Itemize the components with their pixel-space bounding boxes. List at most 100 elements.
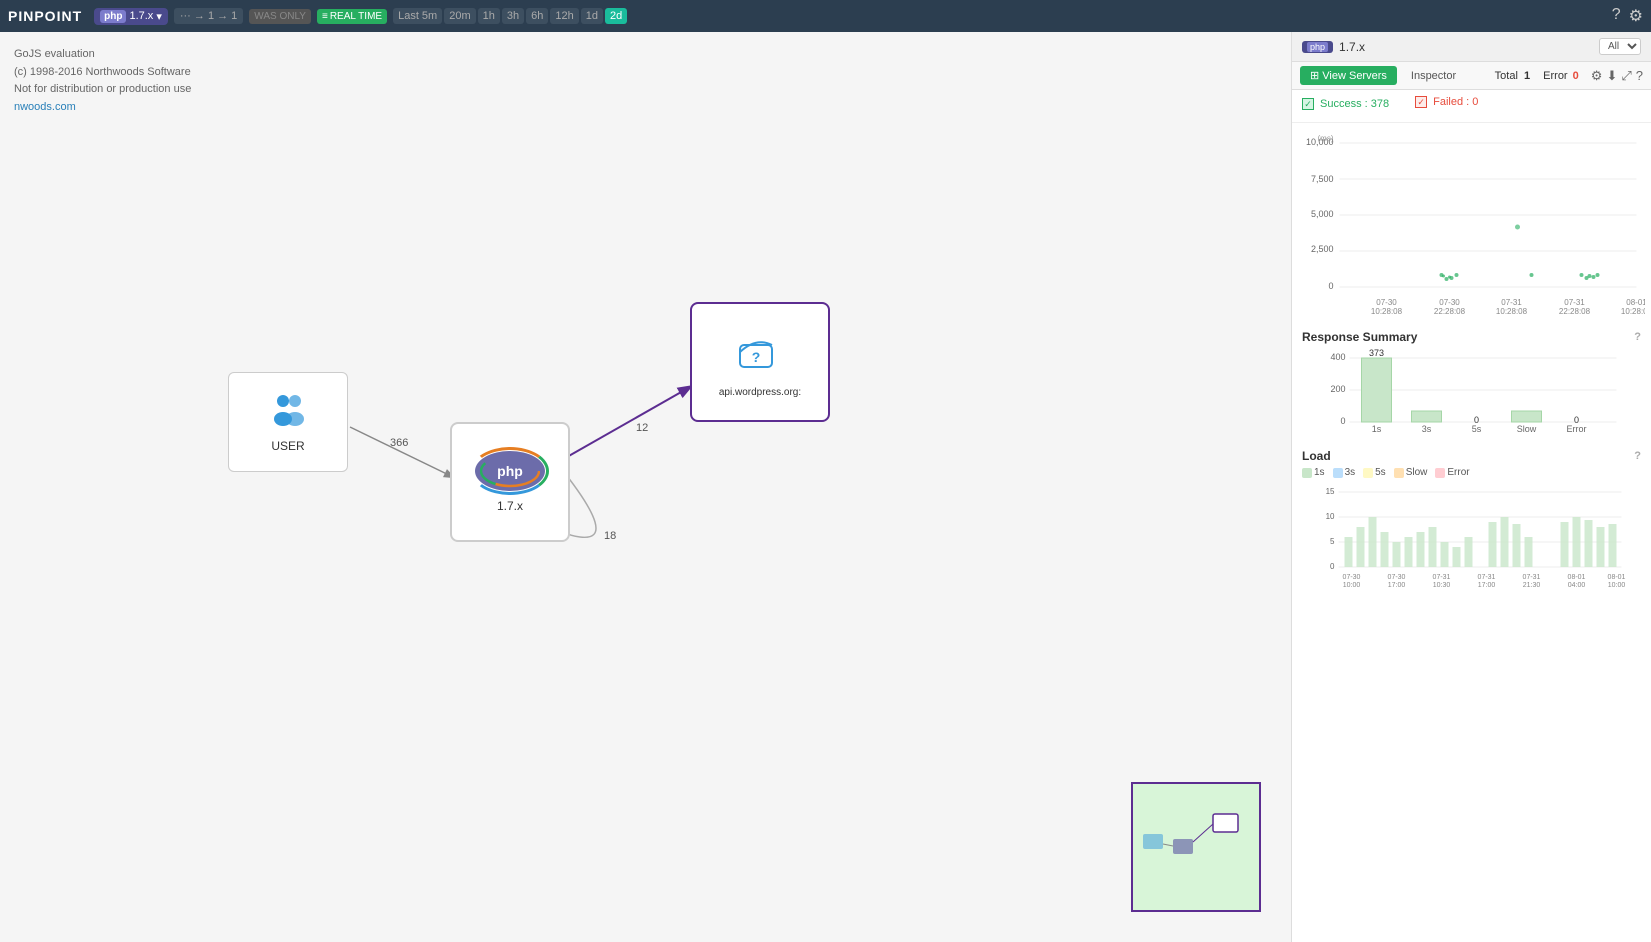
tab-inspector[interactable]: Inspector (1401, 67, 1466, 85)
svg-text:07-30: 07-30 (1388, 574, 1406, 581)
panel-collapse-btn[interactable]: ◀ (1291, 472, 1292, 502)
legend-3s: 3s (1333, 467, 1356, 478)
node-php[interactable]: php 1.7.x (450, 422, 570, 542)
svg-text:17:00: 17:00 (1478, 582, 1496, 589)
minimap[interactable] (1131, 782, 1261, 912)
svg-text:10:28:08: 10:28:08 (1371, 307, 1403, 316)
failed-label: Failed : 0 (1433, 96, 1478, 108)
node-wordpress[interactable]: ? api.wordpress.org: (690, 302, 830, 422)
svg-text:22:28:08: 22:28:08 (1434, 307, 1466, 316)
panel-filter-select[interactable]: All (1599, 38, 1641, 55)
svg-text:07-30: 07-30 (1439, 298, 1460, 307)
panel-php-label: php (1307, 42, 1328, 52)
svg-text:07-30: 07-30 (1376, 298, 1397, 307)
legend-slow-label: Slow (1406, 467, 1428, 478)
svg-text:10:00: 10:00 (1343, 582, 1361, 589)
legend-error-label: Error (1447, 467, 1469, 478)
svg-text:5s: 5s (1472, 424, 1482, 434)
load-section: Load ? 1s 3s 5s (1292, 443, 1651, 607)
legend-error: Error (1435, 467, 1469, 478)
download-icon[interactable]: ⬇ (1606, 68, 1617, 84)
time-btn-last5m[interactable]: Last 5m (393, 8, 442, 24)
topbar: PINPOINT php 1.7.x ▾ ··· → 1 → 1 WAS ONL… (0, 0, 1651, 32)
svg-text:7,500: 7,500 (1311, 174, 1334, 184)
load-chart: 15 10 5 0 (1302, 482, 1641, 602)
svg-text:04:00: 04:00 (1568, 582, 1586, 589)
svg-text:07-31: 07-31 (1564, 298, 1585, 307)
svg-text:15: 15 (1326, 487, 1335, 496)
tab-inspector-label: Inspector (1411, 70, 1456, 82)
legend-1s-dot (1302, 468, 1312, 478)
diagram: 366 12 18 USER (0, 32, 1291, 942)
panel-total: Total 1 Error 0 (1495, 70, 1579, 82)
success-label: Success : 378 (1320, 98, 1389, 110)
legend-1s-label: 1s (1314, 467, 1325, 478)
main-container: GoJS evaluation (c) 1998-2016 Northwoods… (0, 32, 1651, 942)
panel-header: php 1.7.x All (1292, 32, 1651, 62)
svg-text:?: ? (752, 349, 761, 365)
time-btn-12h[interactable]: 12h (550, 8, 578, 24)
svg-text:08-01: 08-01 (1626, 298, 1645, 307)
time-range-buttons: Last 5m 20m 1h 3h 6h 12h 1d 2d (393, 8, 627, 24)
legend-error-dot (1435, 468, 1445, 478)
edge-label-12: 12 (636, 422, 648, 434)
grid-icon: ⊞ (1310, 70, 1319, 82)
success-checkbox[interactable]: ✓ (1302, 98, 1314, 110)
panel-version: 1.7.x (1339, 40, 1593, 54)
time-btn-20m[interactable]: 20m (444, 8, 475, 24)
settings-icon[interactable]: ⚙ (1629, 6, 1643, 26)
time-btn-3h[interactable]: 3h (502, 8, 524, 24)
legend-slow-dot (1394, 468, 1404, 478)
response-summary-section: Response Summary ? 400 200 0 373 (1292, 324, 1651, 443)
help-circle-icon[interactable]: ? (1636, 68, 1643, 84)
realtime-toggle[interactable]: ≡ REAL TIME (317, 9, 387, 24)
node-user[interactable]: USER (228, 372, 348, 472)
total-label: Total (1495, 70, 1518, 82)
load-title: Load ? (1302, 449, 1641, 463)
svg-text:07-31: 07-31 (1478, 574, 1496, 581)
failed-checkbox[interactable]: ✓ (1415, 96, 1427, 108)
php-version-badge[interactable]: php 1.7.x ▾ (94, 8, 168, 25)
error-value: 0 (1573, 70, 1579, 82)
success-failed-section: ✓ Success : 378 ✓ Failed : 0 (1292, 90, 1651, 123)
php-badge-label: php (100, 10, 126, 23)
svg-text:08-01: 08-01 (1568, 574, 1586, 581)
canvas-area[interactable]: GoJS evaluation (c) 1998-2016 Northwoods… (0, 32, 1291, 942)
response-help-icon[interactable]: ? (1634, 331, 1641, 343)
tab-view-servers[interactable]: ⊞ View Servers (1300, 66, 1397, 85)
svg-text:0: 0 (1330, 562, 1335, 571)
node-php-label: 1.7.x (497, 499, 523, 513)
time-btn-1h[interactable]: 1h (478, 8, 500, 24)
svg-text:2,500: 2,500 (1311, 244, 1334, 254)
svg-text:10:28:08: 10:28:08 (1621, 307, 1645, 316)
settings-gear-icon[interactable]: ⚙ (1591, 68, 1603, 84)
load-help-icon[interactable]: ? (1634, 450, 1641, 462)
svg-text:07-30: 07-30 (1343, 574, 1361, 581)
minimap-inner (1133, 784, 1259, 910)
time-btn-6h[interactable]: 6h (526, 8, 548, 24)
svg-text:10:28:08: 10:28:08 (1496, 307, 1528, 316)
expand-icon[interactable]: ⤢ (1621, 68, 1631, 84)
help-icon[interactable]: ? (1612, 6, 1621, 26)
svg-text:400: 400 (1330, 352, 1345, 362)
php-version-label: 1.7.x (129, 10, 153, 22)
svg-text:5: 5 (1330, 537, 1335, 546)
was-only-label: WAS ONLY (249, 9, 311, 24)
legend-5s: 5s (1363, 467, 1386, 478)
time-btn-1d[interactable]: 1d (581, 8, 603, 24)
svg-text:17:00: 17:00 (1388, 582, 1406, 589)
panel-tabs: ⊞ View Servers Inspector Total 1 Error 0… (1292, 62, 1651, 90)
svg-text:07-31: 07-31 (1501, 298, 1522, 307)
svg-text:07-31: 07-31 (1433, 574, 1451, 581)
svg-text:5,000: 5,000 (1311, 209, 1334, 219)
panel-php-badge: php (1302, 41, 1333, 53)
time-btn-2d[interactable]: 2d (605, 8, 627, 24)
svg-text:21:30: 21:30 (1523, 582, 1541, 589)
success-row: ✓ Success : 378 ✓ Failed : 0 (1302, 96, 1641, 112)
svg-text:0: 0 (1340, 416, 1345, 426)
app-logo: PINPOINT (8, 8, 82, 24)
legend-5s-dot (1363, 468, 1373, 478)
svg-text:(ms): (ms) (1318, 134, 1334, 143)
realtime-label: REAL TIME (330, 11, 382, 22)
legend-3s-dot (1333, 468, 1343, 478)
